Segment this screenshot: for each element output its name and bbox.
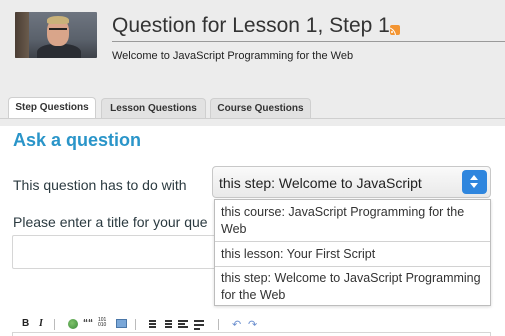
heading-icon[interactable] [178,319,188,329]
title-divider [112,41,505,42]
bulleted-list-icon[interactable] [162,319,172,329]
topic-label: This question has to do with [13,177,187,193]
toolbar-divider [54,319,55,330]
bold-button[interactable]: B [22,318,29,330]
redo-icon[interactable]: ↷ [248,318,257,331]
horizontal-rule-icon[interactable] [194,319,204,330]
tab-underline [0,118,505,119]
topic-select-value: this step: Welcome to JavaScript [219,175,422,191]
rss-icon[interactable] [390,25,400,35]
option-divider [215,241,490,242]
toolbar-divider [135,319,136,330]
avatar-glasses [49,28,67,34]
tab-lesson-questions[interactable]: Lesson Questions [101,98,206,118]
option-divider [215,266,490,267]
page-header: Question for Lesson 1, Step 1 Welcome to… [0,0,505,126]
select-arrows-icon[interactable] [462,170,487,194]
avatar-hair [47,16,69,24]
topic-dropdown: this course: JavaScript Programming for … [214,199,491,306]
italic-button[interactable]: I [39,318,43,330]
topic-option-course[interactable]: this course: JavaScript Programming for … [215,204,490,240]
avatar-shirt [37,44,81,58]
topic-option-lesson[interactable]: this lesson: Your First Script [215,246,490,263]
numbered-list-icon[interactable] [146,319,156,329]
ask-question-heading: Ask a question [13,130,142,150]
code-button[interactable]: 101 010 [98,318,106,328]
undo-icon[interactable]: ↶ [232,318,241,331]
tab-step-questions[interactable]: Step Questions [8,97,96,119]
title-label: Please enter a title for your que [13,214,208,230]
link-globe-icon[interactable] [68,319,78,329]
toolbar-divider [218,319,219,330]
editor-body[interactable] [12,332,491,336]
avatar-background [15,12,29,58]
tab-course-questions[interactable]: Course Questions [210,98,311,118]
topic-option-step[interactable]: this step: Welcome to JavaScript Program… [215,270,490,304]
code-icon-bottom: 010 [98,322,107,328]
quote-button[interactable]: ““ [83,318,93,330]
topic-select[interactable]: this step: Welcome to JavaScript [212,166,491,198]
image-icon[interactable] [116,319,127,328]
page-title: Question for Lesson 1, Step 1 [112,14,390,37]
avatar [15,12,97,58]
page-subtitle: Welcome to JavaScript Programming for th… [112,50,354,62]
